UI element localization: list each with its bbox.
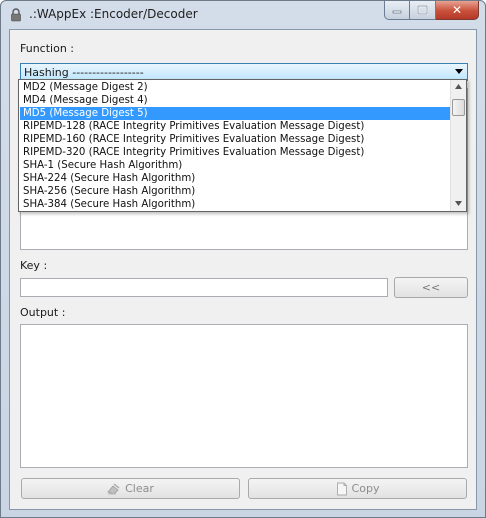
apply-key-button[interactable]: << xyxy=(394,277,468,298)
window-title: .:WAppEx :Encoder/Decoder xyxy=(29,7,198,21)
clear-button-label: Clear xyxy=(125,482,154,495)
clear-button[interactable]: Clear xyxy=(21,478,240,499)
dropdown-item[interactable]: SHA-1 (Secure Hash Algorithm) xyxy=(20,159,450,172)
copy-button[interactable]: Copy xyxy=(248,478,467,499)
dropdown-item[interactable]: SHA-384 (Secure Hash Algorithm) xyxy=(20,198,450,211)
scroll-down-icon[interactable] xyxy=(455,201,462,206)
key-input[interactable] xyxy=(20,278,388,297)
function-selected-value: Hashing ------------------ xyxy=(24,66,144,79)
dropdown-item[interactable]: SHA-224 (Secure Hash Algorithm) xyxy=(20,172,450,185)
dropdown-item[interactable]: RIPEMD-320 (RACE Integrity Primitives Ev… xyxy=(20,146,450,159)
lock-icon xyxy=(11,8,21,22)
key-label: Key : xyxy=(20,259,48,272)
eraser-icon xyxy=(107,482,120,494)
close-button[interactable]: ✕ xyxy=(436,1,479,20)
dropdown-item[interactable]: MD5 (Message Digest 5) xyxy=(20,107,450,120)
document-icon xyxy=(336,482,347,495)
app-window: .:WAppEx :Encoder/Decoder ✕ Function : H… xyxy=(0,0,486,518)
scrollbar-thumb[interactable] xyxy=(452,99,465,116)
minimize-icon xyxy=(392,10,402,14)
dropdown-item[interactable]: MD2 (Message Digest 2) xyxy=(20,81,450,94)
dropdown-item[interactable]: MD4 (Message Digest 4) xyxy=(20,94,450,107)
scroll-up-icon[interactable] xyxy=(455,84,462,89)
close-icon: ✕ xyxy=(451,3,463,17)
dropdown-item[interactable]: RIPEMD-128 (RACE Integrity Primitives Ev… xyxy=(20,120,450,133)
output-textarea[interactable] xyxy=(20,324,468,468)
caption-buttons: ✕ xyxy=(384,1,479,21)
output-label: Output : xyxy=(20,306,66,319)
dropdown-item[interactable]: RIPEMD-160 (RACE Integrity Primitives Ev… xyxy=(20,133,450,146)
title-bar[interactable]: .:WAppEx :Encoder/Decoder ✕ xyxy=(1,1,485,29)
copy-button-label: Copy xyxy=(351,482,380,495)
dropdown-item[interactable]: SHA-256 (Secure Hash Algorithm) xyxy=(20,185,450,198)
apply-key-label: << xyxy=(421,281,441,294)
maximize-icon xyxy=(417,5,428,15)
dropdown-scrollbar[interactable] xyxy=(450,80,466,211)
minimize-button[interactable] xyxy=(384,1,410,20)
maximize-button[interactable] xyxy=(410,1,436,20)
function-label: Function : xyxy=(20,42,74,55)
function-dropdown-list[interactable]: MD2 (Message Digest 2) MD4 (Message Diges… xyxy=(18,79,467,212)
chevron-down-icon xyxy=(455,69,463,74)
